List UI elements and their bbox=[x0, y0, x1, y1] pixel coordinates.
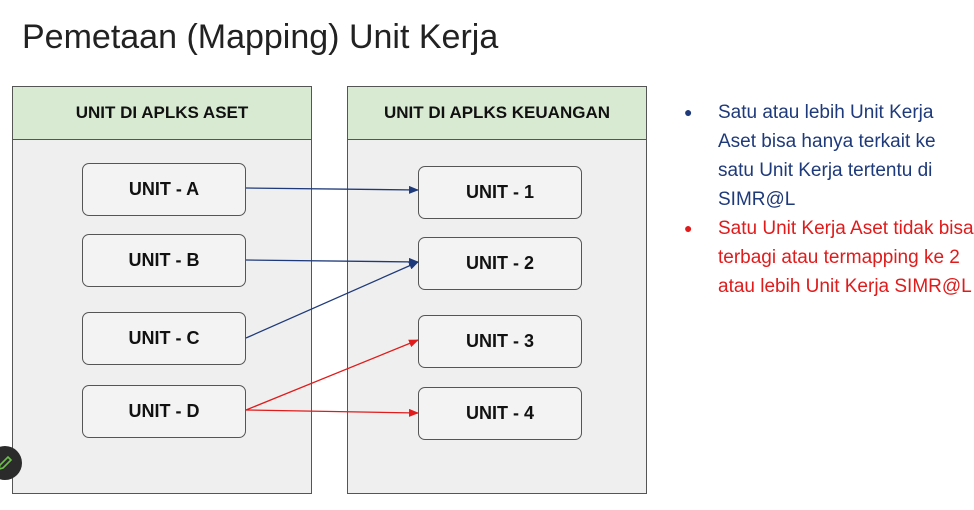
unit-2-box: UNIT - 2 bbox=[418, 237, 582, 290]
unit-c-box: UNIT - C bbox=[82, 312, 246, 365]
slide-title: Pemetaan (Mapping) Unit Kerja bbox=[22, 18, 499, 56]
note-item: ● Satu Unit Kerja Aset tidak bisa terbag… bbox=[684, 214, 974, 301]
notes-list: ● Satu atau lebih Unit Kerja Aset bisa h… bbox=[684, 98, 974, 301]
bullet-icon: ● bbox=[684, 104, 693, 120]
aset-panel-header: UNIT DI APLKS ASET bbox=[13, 87, 311, 140]
unit-a-box: UNIT - A bbox=[82, 163, 246, 216]
unit-d-box: UNIT - D bbox=[82, 385, 246, 438]
unit-b-box: UNIT - B bbox=[82, 234, 246, 287]
unit-1-box: UNIT - 1 bbox=[418, 166, 582, 219]
note-item: ● Satu atau lebih Unit Kerja Aset bisa h… bbox=[684, 98, 974, 214]
pencil-glyph bbox=[0, 455, 13, 470]
note-text: Satu atau lebih Unit Kerja Aset bisa han… bbox=[718, 102, 936, 210]
bullet-icon: ● bbox=[684, 220, 693, 236]
note-text: Satu Unit Kerja Aset tidak bisa terbagi … bbox=[718, 218, 974, 297]
unit-4-box: UNIT - 4 bbox=[418, 387, 582, 440]
keuangan-panel-header: UNIT DI APLKS KEUANGAN bbox=[348, 87, 646, 140]
unit-3-box: UNIT - 3 bbox=[418, 315, 582, 368]
